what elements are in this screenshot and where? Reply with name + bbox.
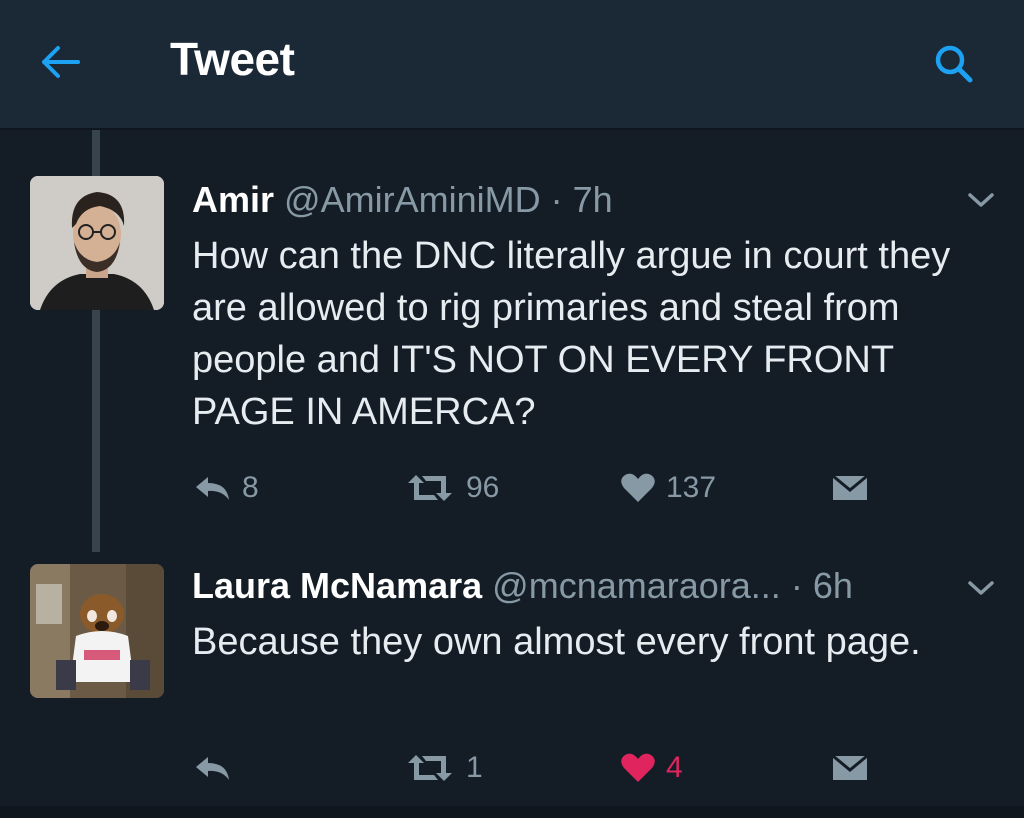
retweet-count: 96 — [466, 471, 500, 504]
avatar[interactable] — [30, 176, 164, 310]
back-button[interactable] — [36, 40, 84, 84]
reply-icon — [196, 757, 229, 780]
heart-icon — [621, 753, 655, 782]
retweet-count: 1 — [466, 751, 483, 784]
direct-message-button[interactable] — [832, 468, 868, 508]
tweet-actions: 1 4 — [0, 748, 1024, 788]
user-handle[interactable]: @mcnamaraora... — [492, 565, 781, 606]
retweet-button[interactable]: 1 — [404, 748, 483, 788]
separator-dot: · — [790, 565, 803, 606]
reply-icon — [196, 477, 229, 500]
envelope-icon — [832, 474, 868, 500]
like-button[interactable]: 137 — [620, 468, 716, 508]
envelope-icon — [832, 754, 868, 780]
tweet-options-button[interactable] — [966, 578, 996, 603]
timestamp: 7h — [572, 179, 613, 220]
user-handle[interactable]: @AmirAminiMD — [284, 179, 541, 220]
like-count: 137 — [666, 471, 717, 504]
reply-count: 8 — [242, 471, 259, 504]
tweet-options-button[interactable] — [966, 190, 996, 215]
tweet-text: How can the DNC literally argue in court… — [192, 235, 951, 433]
like-count: 4 — [666, 751, 683, 784]
display-name[interactable]: Laura McNamara — [192, 565, 482, 606]
arrow-left-icon — [42, 46, 80, 78]
user-avatar-photo — [30, 564, 164, 698]
direct-message-button[interactable] — [832, 748, 868, 788]
bottom-divider — [0, 806, 1024, 818]
tweet-text: Because they own almost every front page… — [192, 621, 921, 663]
chevron-down-icon — [968, 581, 994, 595]
reply-button[interactable]: 8 — [194, 468, 259, 508]
tweet-actions: 8 96 137 — [0, 468, 1024, 508]
separator-dot: · — [550, 179, 563, 220]
chevron-down-icon — [968, 193, 994, 207]
avatar[interactable] — [30, 564, 164, 698]
reply-button[interactable] — [194, 748, 242, 788]
heart-icon — [621, 473, 655, 502]
display-name[interactable]: Amir — [192, 179, 274, 220]
tweet-header: Amir @AmirAminiMD · 7h — [192, 180, 613, 220]
timestamp: 6h — [812, 565, 853, 606]
like-button[interactable]: 4 — [620, 748, 683, 788]
top-app-bar: Tweet — [0, 0, 1024, 130]
tweet-header: Laura McNamara @mcnamaraora... · 6h — [192, 566, 853, 606]
retweet-icon — [408, 475, 452, 501]
search-button[interactable] — [926, 36, 982, 92]
retweet-button[interactable]: 96 — [404, 468, 499, 508]
page-title: Tweet — [170, 33, 295, 85]
search-icon — [935, 45, 973, 83]
user-avatar-photo — [30, 176, 164, 310]
retweet-icon — [408, 755, 452, 781]
